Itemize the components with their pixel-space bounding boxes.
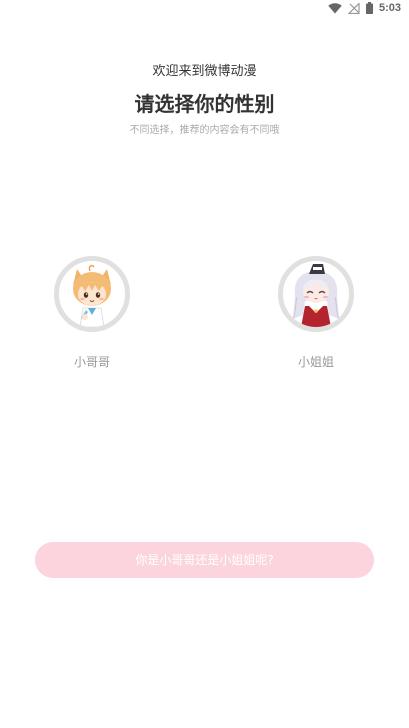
option-label-female: 小姐姐: [297, 355, 334, 369]
option-label-male: 小哥哥: [73, 355, 110, 369]
no-signal-icon: [347, 2, 360, 14]
confirm-gender-button[interactable]: 你是小哥哥还是小姐姐呢?: [35, 542, 374, 578]
page-title: 请选择你的性别: [134, 92, 275, 116]
option-male[interactable]: 小哥哥: [47, 256, 137, 370]
boy-avatar-icon[interactable]: [54, 256, 130, 332]
girl-avatar-icon[interactable]: [278, 256, 354, 332]
wifi-icon: [328, 2, 342, 14]
subtitle-text: 不同选择，推荐的内容会有不同哦: [129, 125, 280, 136]
status-bar: 5:03: [0, 0, 409, 18]
option-female[interactable]: 小姐姐: [271, 256, 361, 370]
status-icons: 5:03: [328, 2, 401, 14]
battery-icon: [365, 2, 373, 14]
welcome-text: 欢迎来到微博动漫: [152, 64, 257, 79]
status-time: 5:03: [378, 2, 401, 14]
